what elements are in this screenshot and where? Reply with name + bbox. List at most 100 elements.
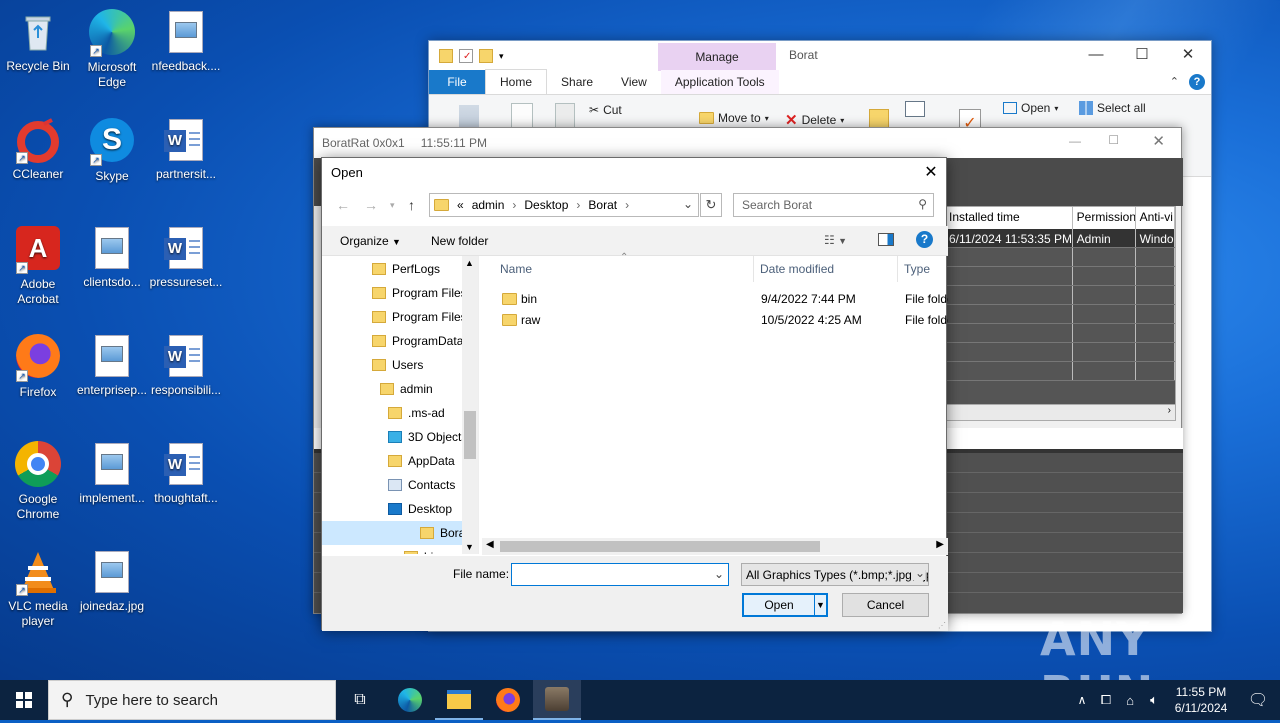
desktop-icon-clientsdo[interactable]: clientsdo... (74, 224, 150, 290)
desktop-icon-ccleaner[interactable]: ↗ CCleaner (0, 116, 76, 182)
recent-chevron-icon[interactable]: ▾ (390, 200, 395, 211)
column-permission[interactable]: Permission (1073, 207, 1136, 229)
tab-application-tools[interactable]: Application Tools (660, 70, 779, 94)
close-button[interactable]: ✕ (916, 158, 946, 188)
task-view-button[interactable]: ⧉ (336, 680, 384, 720)
taskbar-boratrat[interactable] (533, 680, 581, 720)
chevron-up-icon[interactable]: ⌃ (1170, 75, 1179, 88)
desktop-icon-joinedaz[interactable]: joinedaz.jpg (74, 548, 150, 614)
horizontal-scrollbar[interactable]: ◀ ▶ (482, 538, 948, 555)
chevron-right-icon[interactable]: ▶ (936, 539, 944, 550)
breadcrumb-admin[interactable]: admin (472, 198, 505, 212)
vertical-scrollbar[interactable]: ▲ ▼ (462, 256, 478, 554)
help-icon[interactable]: ? (916, 231, 933, 248)
copy-icon[interactable] (511, 103, 533, 129)
nav-item-contacts[interactable]: Contacts (388, 473, 455, 497)
tab-file[interactable]: File (429, 70, 485, 94)
nav-item-bin[interactable]: bin (404, 545, 440, 554)
cut-button[interactable]: ✂ Cut (589, 103, 622, 117)
chevron-left-icon[interactable]: ◀ (486, 539, 494, 550)
chevron-down-icon[interactable]: ▼ (814, 595, 826, 615)
breadcrumb-overflow[interactable]: « (457, 198, 464, 212)
desktop-icon-enterprisep[interactable]: enterprisep... (74, 332, 150, 398)
list-item[interactable]: raw 10/5/2022 4:25 AM File folder (482, 309, 948, 330)
nav-item-program-files[interactable]: Program Files (372, 281, 467, 305)
chevron-down-icon[interactable]: ⌄ (714, 567, 724, 581)
desktop-icon-firefox[interactable]: ↗ Firefox (0, 332, 76, 400)
nav-item-appdata[interactable]: AppData (388, 449, 455, 473)
desktop-icon-nfeedback[interactable]: nfeedback.... (148, 8, 224, 74)
refresh-button[interactable]: ↻ (700, 193, 722, 217)
network-icon[interactable]: ⧠ (1094, 692, 1118, 708)
cancel-button[interactable]: Cancel (842, 593, 929, 617)
chevron-down-icon[interactable]: ▾ (499, 49, 513, 63)
maximize-button[interactable]: ☐ (1108, 133, 1119, 147)
new-item-icon[interactable] (905, 101, 925, 117)
nav-item-admin[interactable]: admin (380, 377, 433, 401)
minimize-button[interactable]: — (1073, 41, 1119, 71)
nav-item-ms-ad[interactable]: .ms-ad (388, 401, 445, 425)
folder-icon[interactable] (439, 49, 453, 63)
table-row[interactable]: 6/11/2024 11:53:35 PM Admin Windo (945, 229, 1175, 248)
address-bar[interactable]: « admin › Desktop › Borat › ⌄ (429, 193, 699, 217)
close-button[interactable]: ✕ (1152, 132, 1165, 150)
nav-item-programdata[interactable]: ProgramData (372, 329, 463, 353)
desktop-icon-recycle-bin[interactable]: Recycle Bin (0, 8, 76, 74)
clock[interactable]: 11:55 PM 6/11/2024 (1166, 684, 1236, 716)
close-button[interactable]: ✕ (1165, 41, 1211, 71)
forward-arrow-icon[interactable]: → (364, 197, 378, 213)
chevron-up-icon[interactable]: ∧ (1070, 693, 1094, 707)
nav-item-perflogs[interactable]: PerfLogs (372, 257, 440, 281)
rat-titlebar[interactable]: BoratRat 0x0x1 11:55:11 PM — ☐ ✕ (314, 128, 1181, 158)
scroll-thumb[interactable] (500, 541, 820, 552)
desktop-icon-chrome[interactable]: Google Chrome (0, 440, 76, 522)
tab-manage[interactable]: Manage (658, 43, 776, 71)
desktop-icon-skype[interactable]: S ↗ Skype (74, 116, 150, 184)
chevron-right-icon[interactable]: › (1168, 405, 1171, 416)
scroll-thumb[interactable] (464, 411, 476, 459)
volume-icon[interactable]: 🔈︎ (1142, 692, 1166, 708)
nav-item-users[interactable]: Users (372, 353, 423, 377)
breadcrumb-borat[interactable]: Borat (588, 198, 617, 212)
chevron-down-icon[interactable]: ⌄ (683, 197, 693, 211)
tab-view[interactable]: View (607, 70, 661, 94)
breadcrumb-desktop[interactable]: Desktop (524, 198, 568, 212)
organize-button[interactable]: Organize ▼ (340, 234, 401, 248)
minimize-button[interactable]: — (1069, 134, 1081, 148)
explorer-titlebar[interactable]: ✓ ▾ Manage Borat — ☐ ✕ (429, 41, 1211, 71)
new-folder-icon[interactable] (479, 49, 493, 63)
desktop-icon-pressureset[interactable]: W pressureset... (148, 224, 224, 290)
desktop-icon-acrobat[interactable]: A ↗ Adobe Acrobat (0, 224, 76, 307)
desktop-icon-partnersit[interactable]: W partnersit... (148, 116, 224, 182)
new-folder-button[interactable]: New folder (431, 234, 488, 248)
up-arrow-icon[interactable]: ↑ (408, 197, 415, 213)
taskbar-search-input[interactable]: ⚲ Type here to search (48, 680, 336, 720)
taskbar-edge[interactable] (386, 680, 434, 720)
desktop-icon-vlc[interactable]: ↗ VLC media player (0, 548, 76, 629)
desktop-icon-responsibili[interactable]: W responsibili... (148, 332, 224, 398)
resize-grip-icon[interactable]: ⋰ (938, 621, 946, 630)
nav-item-3d-objects[interactable]: 3D Objects (388, 425, 467, 449)
nav-item-program-files[interactable]: Program Files (372, 305, 467, 329)
preview-pane-icon[interactable] (878, 233, 894, 246)
desktop-icon-edge[interactable]: ↗ Microsoft Edge (74, 8, 150, 90)
column-installed-time[interactable]: Installed time (945, 207, 1073, 229)
tab-home[interactable]: Home (485, 69, 548, 94)
search-input[interactable]: Search Borat ⚲ (733, 193, 934, 217)
desktop-icon-thoughtaft[interactable]: W thoughtaft... (148, 440, 224, 506)
view-options-icon[interactable]: ☷ ▼ (824, 233, 847, 247)
dialog-titlebar[interactable]: Open ✕ (322, 158, 946, 188)
open-button[interactable]: Open ▾ (1003, 101, 1058, 115)
column-name[interactable]: Name (482, 256, 754, 282)
maximize-button[interactable]: ☐ (1119, 41, 1165, 71)
filename-input[interactable]: ⌄ (511, 563, 729, 586)
ethernet-icon[interactable]: ⌂ (1118, 693, 1142, 708)
properties-icon[interactable]: ✓ (459, 49, 473, 63)
help-icon[interactable]: ? (1189, 74, 1205, 90)
open-button[interactable]: Open ▼ (742, 593, 828, 617)
desktop-icon-implement[interactable]: implement... (74, 440, 150, 506)
start-button[interactable] (0, 680, 48, 720)
chevron-down-icon[interactable]: ▼ (465, 542, 474, 552)
horizontal-scrollbar[interactable]: › (945, 404, 1175, 420)
nav-item-desktop[interactable]: Desktop (388, 497, 452, 521)
